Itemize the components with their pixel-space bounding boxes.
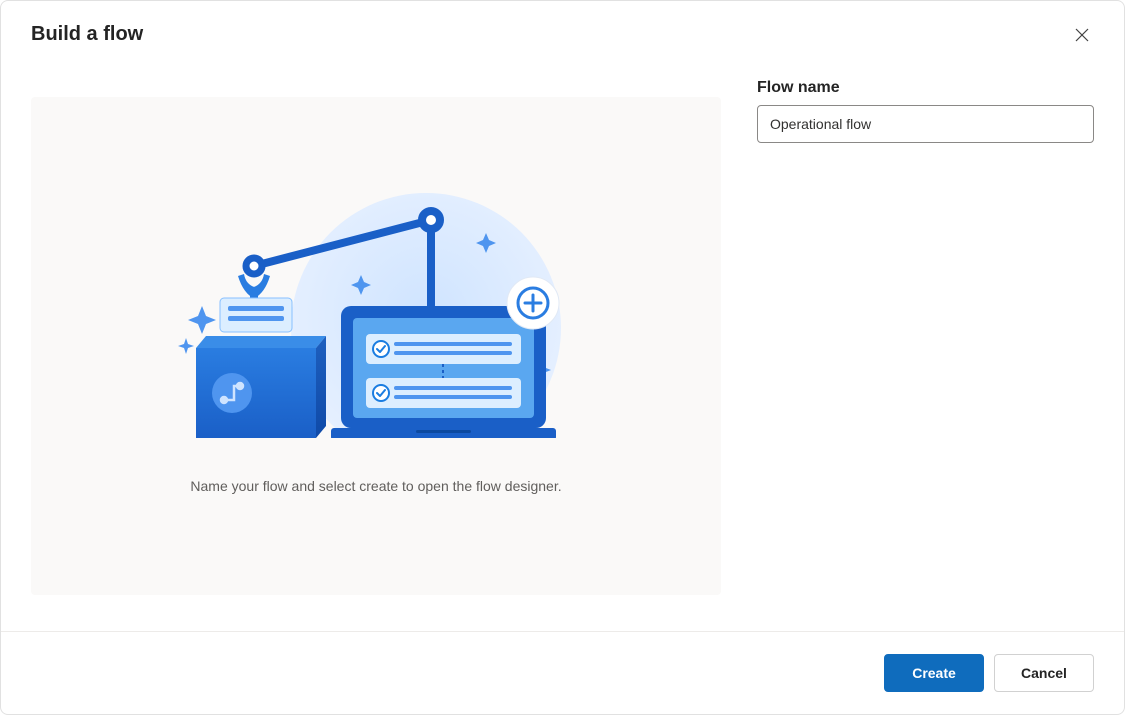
close-button[interactable]: [1070, 23, 1094, 47]
form-panel: Flow name: [757, 79, 1094, 611]
dialog-header: Build a flow: [1, 1, 1124, 47]
dialog-body: Name your flow and select create to open…: [1, 47, 1124, 631]
dialog-title: Build a flow: [31, 23, 143, 46]
flow-name-label: Flow name: [757, 79, 1094, 97]
dialog-footer: Create Cancel: [1, 631, 1124, 714]
create-button[interactable]: Create: [884, 654, 984, 692]
helper-text: Name your flow and select create to open…: [190, 478, 561, 494]
flow-name-input[interactable]: [757, 105, 1094, 143]
illustration-wrap: Name your flow and select create to open…: [166, 168, 586, 494]
flow-illustration: [166, 168, 586, 438]
close-icon: [1075, 28, 1089, 42]
illustration-panel: Name your flow and select create to open…: [31, 97, 721, 595]
build-flow-dialog: Build a flow: [0, 0, 1125, 715]
cancel-button[interactable]: Cancel: [994, 654, 1094, 692]
